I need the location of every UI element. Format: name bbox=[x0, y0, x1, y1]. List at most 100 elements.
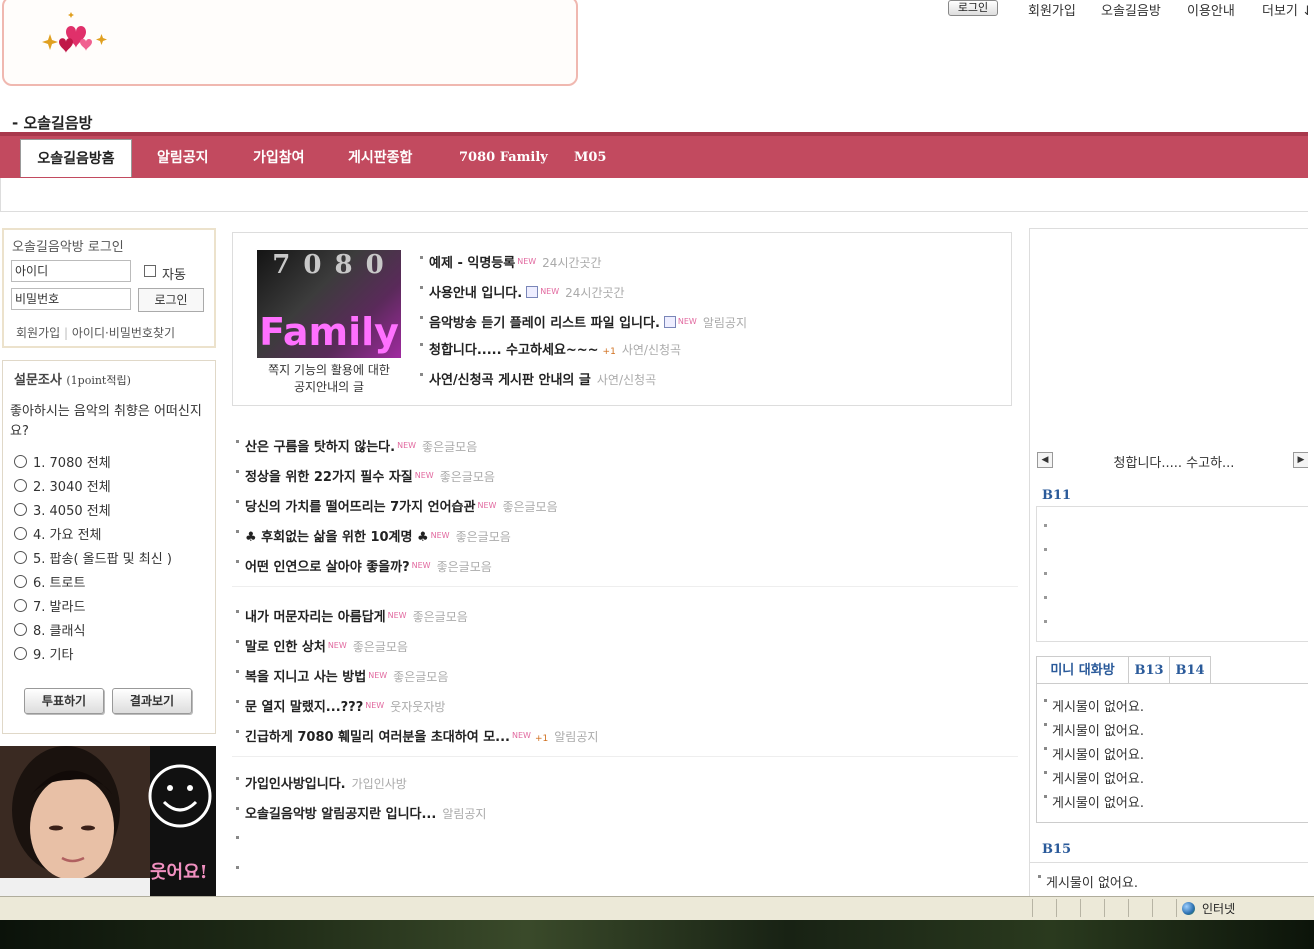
featured-post[interactable]: 청합니다..... 수고하세요~~~ +1 사연/신청곡 bbox=[420, 340, 681, 360]
results-button[interactable]: 결과보기 bbox=[112, 688, 192, 714]
list-item[interactable]: 복을 지니고 사는 방법 NEW 좋은글모음 bbox=[236, 666, 448, 686]
poll-option[interactable]: 8. 클래식 bbox=[14, 623, 85, 641]
globe-icon bbox=[1182, 902, 1195, 915]
poll-option[interactable]: 1. 7080 전체 bbox=[14, 455, 111, 473]
login-links: 회원가입 | 아이디·비밀번호찾기 bbox=[16, 324, 175, 341]
radio-icon[interactable] bbox=[14, 503, 27, 516]
nav-tab-join[interactable]: 가입참여 bbox=[253, 139, 305, 177]
poll-option[interactable]: 6. 트로트 bbox=[14, 575, 85, 593]
poll-option[interactable]: 3. 4050 전체 bbox=[14, 503, 111, 521]
member-join-link[interactable]: 회원가입 bbox=[16, 326, 60, 340]
list-item: 게시물이 없어요. bbox=[1044, 699, 1144, 717]
more-link[interactable]: 더보기 ↓ bbox=[1262, 0, 1313, 19]
attachment-icon bbox=[526, 286, 539, 298]
radio-icon[interactable] bbox=[14, 527, 27, 540]
list-item: 게시물이 없어요. bbox=[1038, 875, 1138, 893]
tab-b13[interactable]: B13 bbox=[1128, 656, 1170, 684]
list-bullet bbox=[1044, 620, 1047, 623]
auto-login-checkbox[interactable] bbox=[144, 265, 156, 277]
cafe-home-link[interactable]: 오솔길음방 bbox=[1101, 0, 1161, 19]
radio-icon[interactable] bbox=[14, 599, 27, 612]
ticker-text[interactable]: 청합니다..... 수고하... bbox=[1060, 452, 1288, 471]
poll-option[interactable]: 9. 기타 bbox=[14, 647, 73, 665]
security-zone-label: 인터넷 bbox=[1202, 902, 1236, 916]
list-bullet bbox=[1044, 524, 1047, 527]
id-input[interactable]: 아이디 bbox=[11, 260, 131, 282]
empty-list-item bbox=[236, 834, 245, 854]
tab-mini-chat[interactable]: 미니 대화방 bbox=[1036, 656, 1129, 684]
radio-icon[interactable] bbox=[14, 479, 27, 492]
nav-tab-notice[interactable]: 알림공지 bbox=[157, 139, 209, 177]
list-item[interactable]: ♣ 후회없는 삶을 위한 10계명 ♣ NEW 좋은글모음 bbox=[236, 526, 511, 546]
section-divider bbox=[232, 586, 1018, 587]
list-item[interactable]: 가입인사방입니다. 가입인사방 bbox=[236, 774, 407, 794]
login-button[interactable]: 로그인 bbox=[138, 288, 204, 312]
list-item[interactable]: 산은 구름을 탓하지 않는다. NEW 좋은글모음 bbox=[236, 436, 477, 456]
hearts-sparkle-icon bbox=[42, 12, 107, 53]
guide-link[interactable]: 이용안내 bbox=[1187, 0, 1235, 19]
nav-tab-7080-family[interactable]: 7080 Family bbox=[459, 139, 548, 177]
scrollbar-track[interactable] bbox=[1308, 0, 1314, 896]
poll-option[interactable]: 7. 발라드 bbox=[14, 599, 85, 617]
nav-tab-m05[interactable]: M05 bbox=[574, 139, 606, 177]
list-item[interactable]: 내가 머문자리는 아름답게 NEW 좋은글모음 bbox=[236, 606, 468, 626]
poll-option[interactable]: 4. 가요 전체 bbox=[14, 527, 102, 545]
featured-post[interactable]: 사용안내 입니다. NEW 24시간곳간 bbox=[420, 282, 625, 302]
nav-tab-boards[interactable]: 게시판종합 bbox=[348, 139, 412, 177]
featured-post[interactable]: 음악방송 듣기 플레이 리스트 파일 입니다. NEW 알림공지 bbox=[420, 312, 747, 332]
poll-option[interactable]: 5. 팝송( 올드팝 및 최신 ) bbox=[14, 551, 172, 569]
list-bullet bbox=[1044, 572, 1047, 575]
featured-post[interactable]: 예제 - 익명등록 NEW 24시간곳간 bbox=[420, 252, 602, 272]
find-account-link[interactable]: 아이디·비밀번호찾기 bbox=[72, 326, 175, 340]
list-item[interactable]: 당신의 가치를 떨어뜨리는 7가지 언어습관 NEW 좋은글모음 bbox=[236, 496, 558, 516]
radio-icon[interactable] bbox=[14, 455, 27, 468]
thumbnail-number: 7 0 8 0 bbox=[272, 250, 386, 280]
password-input[interactable]: 비밀번호 bbox=[11, 288, 131, 310]
status-separator bbox=[1032, 899, 1033, 917]
list-item[interactable]: 긴급하게 7080 훼밀리 여러분을 초대하여 모... NEW +1 알림공지 bbox=[236, 726, 598, 746]
section-divider bbox=[232, 756, 1018, 757]
top-login-button[interactable]: 로그인 bbox=[948, 0, 998, 16]
status-separator bbox=[1104, 899, 1105, 917]
list-item: 게시물이 없어요. bbox=[1044, 771, 1144, 789]
browser-status-bar bbox=[0, 896, 1314, 920]
list-item[interactable]: 말로 인한 상처 NEW 좋은글모음 bbox=[236, 636, 408, 656]
poll-title-text: 설문조사 bbox=[14, 373, 62, 388]
list-item: 게시물이 없어요. bbox=[1044, 795, 1144, 813]
list-item[interactable]: 문 열지 말랬지...??? NEW 웃자웃자방 bbox=[236, 696, 445, 716]
status-separator bbox=[1152, 899, 1153, 917]
join-link[interactable]: 회원가입 bbox=[1028, 0, 1076, 19]
status-separator bbox=[1176, 899, 1177, 917]
status-separator bbox=[1080, 899, 1081, 917]
thumbnail-caption[interactable]: 쪽지 기능의 활용에 대한 공지안내의 글 bbox=[262, 362, 396, 396]
radio-icon[interactable] bbox=[14, 647, 27, 660]
empty-list-item bbox=[236, 864, 245, 884]
family-thumbnail[interactable]: 7 0 8 0 Family bbox=[257, 250, 401, 358]
radio-icon[interactable] bbox=[14, 551, 27, 564]
ticker-prev-icon[interactable]: ◀ bbox=[1037, 452, 1053, 468]
list-bullet bbox=[1044, 548, 1047, 551]
list-item[interactable]: 어떤 인연으로 살아야 좋을까? NEW 좋은글모음 bbox=[236, 556, 492, 576]
b15-title[interactable]: B15 bbox=[1042, 842, 1071, 857]
tab-b14[interactable]: B14 bbox=[1169, 656, 1211, 684]
desktop-background bbox=[0, 920, 1314, 949]
vote-button[interactable]: 투표하기 bbox=[24, 688, 104, 714]
smile-photo: 웃어요! bbox=[0, 746, 216, 896]
status-separator bbox=[1056, 899, 1057, 917]
radio-icon[interactable] bbox=[14, 575, 27, 588]
poll-option[interactable]: 2. 3040 전체 bbox=[14, 479, 111, 497]
link-separator: | bbox=[64, 326, 69, 340]
b11-panel bbox=[1036, 506, 1310, 642]
list-item[interactable]: 정상을 위한 22가지 필수 자질 NEW 좋은글모음 bbox=[236, 466, 495, 486]
cafe-title: - 오솔길음방 bbox=[12, 114, 93, 132]
right-banner-area bbox=[1029, 228, 1314, 444]
nav-underline bbox=[0, 178, 1314, 212]
attachment-icon bbox=[663, 316, 676, 328]
list-item[interactable]: 오솔길음악방 알림공지란 입니다... 알림공지 bbox=[236, 804, 486, 824]
thumbnail-family-text: Family bbox=[259, 310, 399, 354]
nav-tab-home[interactable]: 오솔길음방홈 bbox=[20, 139, 132, 177]
featured-post[interactable]: 사연/신청곡 게시판 안내의 글 사연/신청곡 bbox=[420, 370, 656, 390]
b11-title[interactable]: B11 bbox=[1042, 488, 1071, 503]
ticker-next-icon[interactable]: ▶ bbox=[1293, 452, 1309, 468]
radio-icon[interactable] bbox=[14, 623, 27, 636]
